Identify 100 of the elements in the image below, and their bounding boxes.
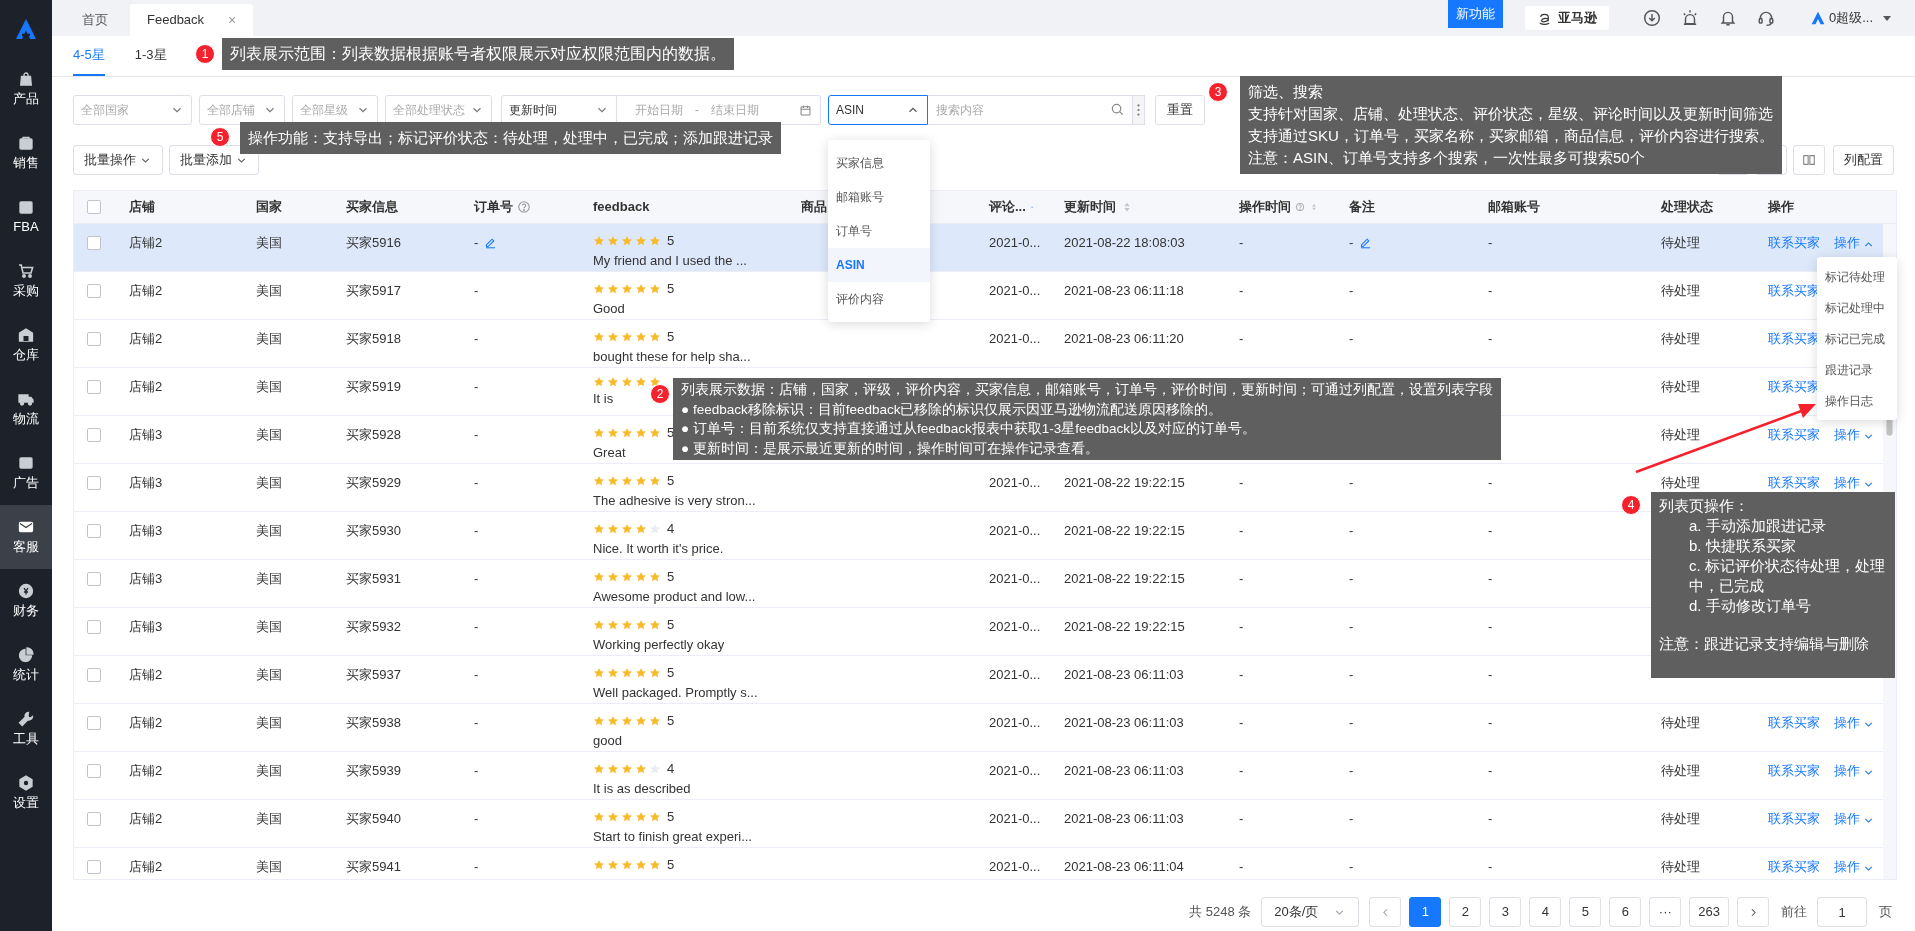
page-button[interactable]: ··· [1649, 897, 1682, 927]
checkbox[interactable] [87, 668, 101, 682]
checkbox[interactable] [87, 716, 101, 730]
menu-item[interactable]: 跟进记录 [1817, 354, 1897, 385]
checkbox[interactable] [87, 236, 101, 250]
download-icon[interactable] [1642, 9, 1661, 27]
checkbox[interactable] [87, 620, 101, 634]
sidebar-item[interactable]: 财务 [0, 569, 52, 633]
checkbox[interactable] [87, 812, 101, 826]
table-cell: 2021-08-23 06:11:03 [1064, 666, 1184, 684]
checkbox[interactable] [87, 380, 101, 394]
checkbox[interactable] [87, 764, 101, 778]
page-tab[interactable]: Feedback × [130, 4, 254, 36]
page-tab[interactable]: 首页 [60, 4, 130, 36]
menu-item[interactable]: 邮箱账号 [828, 180, 930, 214]
sidebar-item[interactable]: 工具 [0, 697, 52, 761]
star-icon [635, 523, 647, 535]
headset-icon[interactable] [1756, 9, 1775, 27]
actions-dropdown[interactable]: 操作 [1834, 858, 1875, 876]
actions-dropdown[interactable]: 操作 [1834, 426, 1875, 444]
annotation-text: 支持针对国家、店铺、处理状态、评价状态，星级、评论时间以及更新时间筛选 [1248, 104, 1774, 124]
contact-buyer-link[interactable]: 联系买家 [1768, 714, 1820, 732]
star-icon [649, 619, 661, 631]
page-button[interactable]: 4 [1529, 897, 1562, 927]
contact-buyer-link[interactable]: 联系买家 [1768, 234, 1820, 252]
sidebar-item[interactable]: FBA [0, 185, 52, 249]
menu-item[interactable]: 标记待处理 [1817, 261, 1897, 292]
page-button[interactable]: 1 [1409, 897, 1442, 927]
page-jump-field[interactable]: 1 [1817, 897, 1867, 927]
actions-dropdown[interactable]: 操作 [1834, 762, 1875, 780]
menu-item[interactable]: 标记已完成 [1817, 323, 1897, 354]
search-field[interactable]: 搜索内容 [928, 95, 1133, 125]
previous-page-button[interactable] [1369, 897, 1402, 927]
menu-item[interactable]: 评价内容 [828, 282, 930, 316]
actions-dropdown[interactable]: 操作 [1834, 714, 1875, 732]
checkbox[interactable] [87, 524, 101, 538]
sidebar-item[interactable]: 销售 [0, 121, 52, 185]
coin-icon [18, 583, 34, 599]
table-cell: 买家5929 [346, 474, 401, 492]
sidebar-item[interactable]: 广告 [0, 441, 52, 505]
column-header: 操作 [1768, 198, 1794, 217]
contact-buyer-link[interactable]: 联系买家 [1768, 762, 1820, 780]
sidebar-item[interactable]: 产品 [0, 57, 52, 121]
actions-dropdown[interactable]: 操作 [1834, 810, 1875, 828]
sidebar-item[interactable]: 采购 [0, 249, 52, 313]
menu-item[interactable]: 操作日志 [1817, 385, 1897, 416]
checkbox[interactable] [87, 332, 101, 346]
new-feature-badge[interactable]: 新功能 [1447, 0, 1503, 28]
batch-button[interactable]: 批量操作 [73, 145, 163, 175]
page-button[interactable]: 5 [1569, 897, 1602, 927]
checkbox[interactable] [87, 200, 101, 214]
user-menu[interactable]: 0超级... [1810, 8, 1891, 28]
rating-value: 4 [667, 760, 675, 778]
sidebar-item[interactable]: 设置 [0, 761, 52, 825]
actions-dropdown[interactable]: 操作 [1834, 474, 1875, 492]
page-button[interactable]: 2 [1449, 897, 1482, 927]
table-cell: - [474, 618, 479, 636]
book-button[interactable] [1793, 145, 1825, 175]
page-button[interactable]: 3 [1489, 897, 1522, 927]
reset-button[interactable]: 重置 [1155, 95, 1205, 125]
star-filter-tab[interactable]: 1-3星 [134, 36, 167, 76]
star-icon [635, 283, 647, 295]
sidebar-item[interactable]: 统计 [0, 633, 52, 697]
checkbox[interactable] [87, 428, 101, 442]
bell-icon[interactable] [1718, 9, 1737, 27]
contact-buyer-link[interactable]: 联系买家 [1768, 474, 1820, 492]
select-field[interactable]: ASIN [828, 95, 928, 125]
edit-icon[interactable] [1359, 236, 1373, 249]
page-button[interactable]: 6 [1609, 897, 1642, 927]
next-page-button[interactable] [1737, 897, 1769, 927]
menu-item[interactable]: ASIN [828, 248, 930, 282]
menu-item[interactable]: 买家信息 [828, 146, 930, 180]
sidebar-item[interactable]: 物流 [0, 377, 52, 441]
page-button[interactable]: 263 [1689, 897, 1729, 927]
checkbox[interactable] [87, 572, 101, 586]
page-size-select[interactable]: 20条/页 [1261, 897, 1360, 927]
table-cell: 2021-0... [989, 234, 1041, 252]
contact-buyer-link[interactable]: 联系买家 [1768, 858, 1820, 876]
table-cell: - [1349, 330, 1354, 348]
more-options-icon[interactable] [1133, 95, 1145, 125]
contact-buyer-link[interactable]: 联系买家 [1768, 810, 1820, 828]
menu-item[interactable]: 订单号 [828, 214, 930, 248]
table-cell: 美国 [256, 378, 282, 396]
edit-icon[interactable] [484, 236, 498, 249]
sidebar-item[interactable]: 客服 [0, 505, 52, 569]
actions-dropdown[interactable]: 操作 [1834, 234, 1875, 252]
batch-button[interactable]: 批量添加 [169, 145, 259, 175]
annotation-text: a. 手动添加跟进记录 [1688, 516, 1827, 536]
menu-item[interactable]: 标记处理中 [1817, 292, 1897, 323]
column-config-button[interactable]: 列配置 [1833, 145, 1894, 175]
contact-buyer-link[interactable]: 联系买家 [1768, 426, 1820, 444]
checkbox[interactable] [87, 476, 101, 490]
checkbox[interactable] [87, 284, 101, 298]
feedback-text: The adhesive is very stron... [593, 492, 756, 510]
table-cell: 美国 [256, 330, 282, 348]
checkbox[interactable] [87, 860, 101, 874]
logo-icon[interactable] [15, 17, 37, 40]
star-filter-tab[interactable]: 4-5星 [73, 36, 105, 76]
sidebar-item[interactable]: 仓库 [0, 313, 52, 377]
marketplace-selector[interactable]: 亚马逊 [1524, 6, 1609, 30]
